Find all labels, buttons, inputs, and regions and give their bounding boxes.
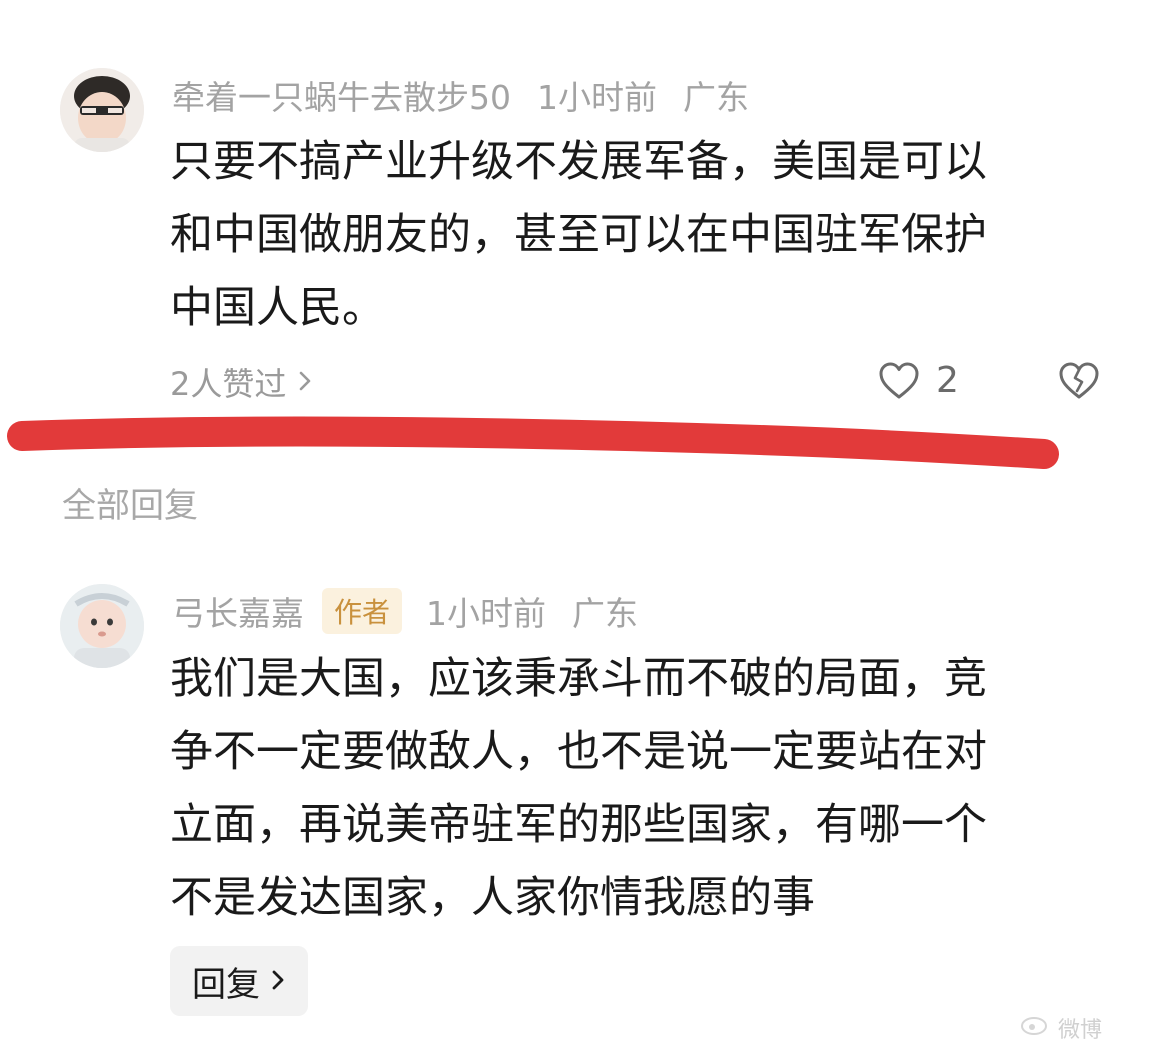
weibo-logo-icon: [1020, 1014, 1050, 1042]
commenter-avatar[interactable]: [60, 68, 144, 152]
author-badge: 作者: [322, 588, 403, 634]
reply-meta: 弓长嘉嘉 作者 1小时前 广东: [172, 588, 638, 634]
broken-heart-icon: [1058, 362, 1100, 405]
liked-by-label: 2人赞过: [170, 365, 287, 403]
reply-author-avatar[interactable]: [60, 584, 144, 668]
red-marker-stroke: [7, 416, 1059, 469]
comment-meta: 牵着一只蜗牛去散步50 1小时前 广东: [172, 72, 749, 118]
liked-by-link[interactable]: 2人赞过: [170, 360, 312, 404]
comment-line: 和中国做朋友的，甚至可以在中国驻军保护: [170, 210, 987, 260]
heart-icon: [878, 361, 920, 401]
chevron-right-icon: [270, 961, 286, 1001]
reply-button-label: 回复: [192, 964, 260, 1005]
reply-username[interactable]: 弓长嘉嘉: [172, 587, 304, 635]
comment-body: 只要不搞产业升级不发展军备，美国是可以 和中国做朋友的，甚至可以在中国驻军保护 …: [170, 126, 987, 345]
reply-button[interactable]: 回复: [170, 946, 308, 1016]
chevron-right-icon: [298, 365, 312, 400]
watermark-text: 微博: [1058, 1018, 1103, 1043]
all-replies-heading: 全部回复: [62, 486, 198, 526]
reply-line: 立面，再说美帝驻军的那些国家，有哪一个: [170, 800, 987, 850]
child-avatar-image: [60, 68, 144, 152]
reply-location: 广东: [572, 594, 639, 633]
reply-line: 争不一定要做敌人，也不是说一定要站在对: [170, 727, 987, 777]
like-button[interactable]: 2: [878, 360, 959, 401]
comment-line: 中国人民。: [170, 283, 385, 333]
reply-time: 1小时前: [426, 594, 547, 633]
comment-location: 广东: [683, 78, 749, 117]
like-count: 2: [936, 360, 959, 401]
comment-time: 1小时前: [537, 78, 657, 117]
commenter-username[interactable]: 牵着一只蜗牛去散步50: [172, 71, 511, 119]
reply-line: 我们是大国，应该秉承斗而不破的局面，竞: [170, 654, 987, 704]
watermark: 微博: [1020, 1012, 1102, 1044]
reply-line: 不是发达国家，人家你情我愿的事: [170, 873, 815, 923]
reply-body: 我们是大国，应该秉承斗而不破的局面，竞 争不一定要做敌人，也不是说一定要站在对 …: [170, 643, 987, 935]
dislike-button[interactable]: [1058, 361, 1100, 401]
baby-avatar-image: [60, 584, 144, 668]
comment-line: 只要不搞产业升级不发展军备，美国是可以: [170, 137, 987, 187]
